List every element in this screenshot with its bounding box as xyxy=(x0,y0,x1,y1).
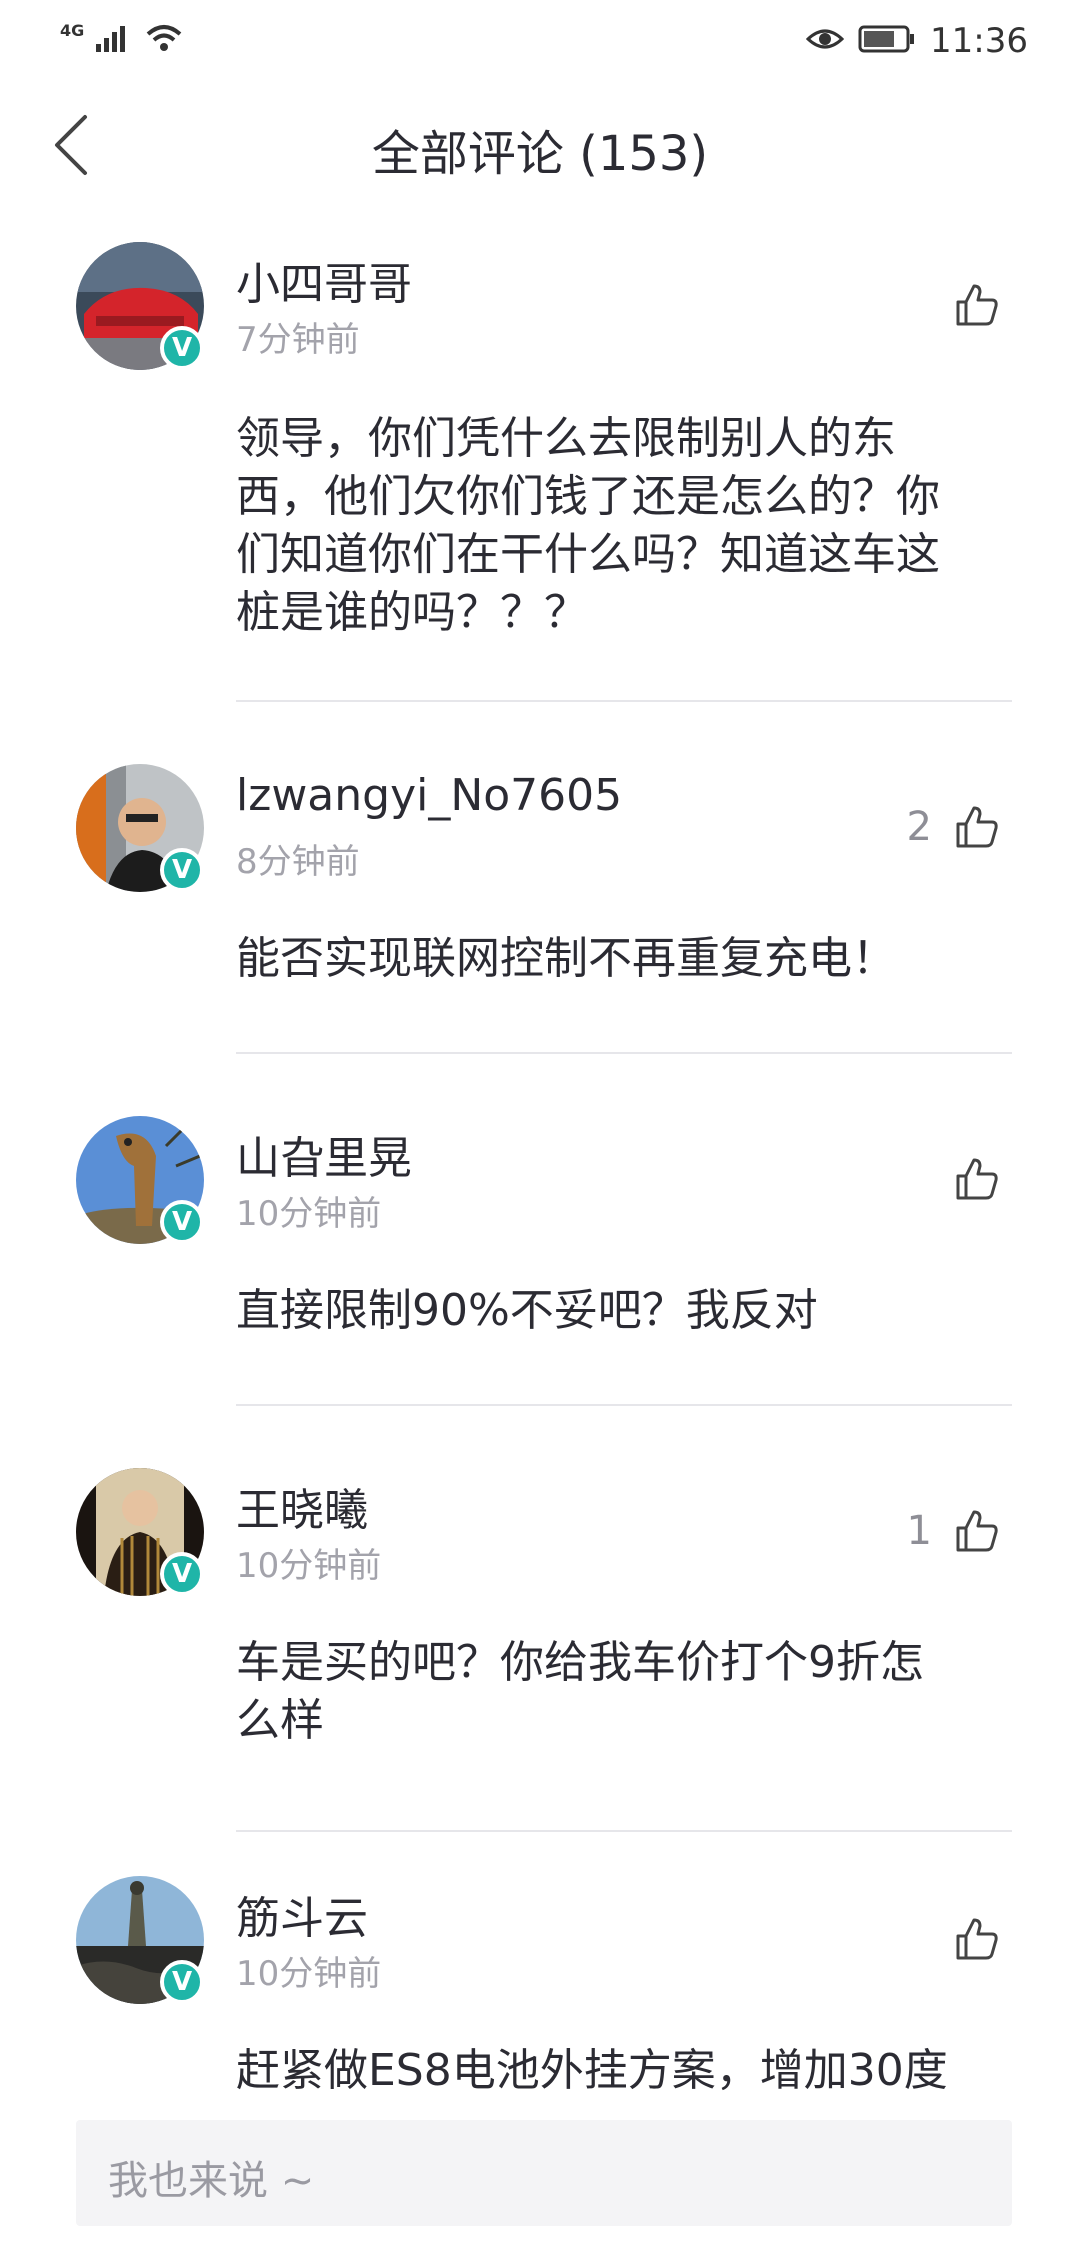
battery-icon xyxy=(858,24,916,58)
comment-text-line: 直接限制90%不妥吧？我反对 xyxy=(236,1285,818,1336)
like-count: 1 xyxy=(906,1508,932,1554)
signal-icon xyxy=(94,22,134,58)
wifi-icon xyxy=(144,22,184,58)
network-type: 4G xyxy=(60,20,85,40)
like-button[interactable] xyxy=(932,1916,1000,1962)
comment-username[interactable]: 王晓曦 xyxy=(236,1474,368,1538)
verified-badge-icon: V xyxy=(160,848,204,892)
comment-time: 8分钟前 xyxy=(236,842,360,882)
page-title: 全部评论 (153) xyxy=(371,126,709,182)
comment-username[interactable]: 山旮里晃 xyxy=(236,1122,412,1186)
comment-text-line: 领导，你们凭什么去限制别人的东 xyxy=(236,413,896,464)
thumbs-up-icon xyxy=(956,1918,998,1960)
like-button[interactable]: 1 xyxy=(907,1508,1000,1554)
comment-text: 车是买的吧？你给我车价打个9折怎 么样 xyxy=(236,1634,1012,1750)
verified-badge-icon: V xyxy=(160,1552,204,1596)
thumbs-up-icon xyxy=(956,1158,998,1200)
verified-badge-icon: V xyxy=(160,1960,204,2004)
comment-time: 10分钟前 xyxy=(236,1546,382,1586)
comment-text: 领导，你们凭什么去限制别人的东 西，他们欠你们钱了还是怎么的？你 们知道你们在干… xyxy=(236,410,1012,642)
divider xyxy=(236,1830,1012,1832)
comment-username[interactable]: 筋斗云 xyxy=(236,1882,368,1946)
comment-text-line: 们知道你们在干什么吗？知道这车这 xyxy=(236,529,940,580)
comment-username[interactable]: 小四哥哥 xyxy=(236,248,412,312)
thumbs-up-icon xyxy=(956,284,998,326)
status-time: 11:36 xyxy=(930,21,1028,61)
status-right: 11:36 xyxy=(805,18,1028,64)
status-bar: 4G 11:36 xyxy=(0,0,1080,84)
comment-input[interactable]: 我也来说 ~ xyxy=(76,2120,1012,2226)
comment-text-line: 桩是谁的吗？？？ xyxy=(236,587,588,638)
status-left: 4G xyxy=(60,20,184,60)
comment-time: 10分钟前 xyxy=(236,1954,382,1994)
verified-badge-icon: V xyxy=(160,1200,204,1244)
header: 全部评论 (153) xyxy=(0,90,1080,200)
comment-text-line: 赶紧做ES8电池外挂方案，增加30度 xyxy=(236,2045,948,2096)
divider xyxy=(236,700,1012,702)
divider xyxy=(236,1052,1012,1054)
divider xyxy=(236,1404,1012,1406)
comment-text: 赶紧做ES8电池外挂方案，增加30度 xyxy=(236,2042,1012,2100)
comment-username[interactable]: lzwangyi_No7605 xyxy=(236,770,622,821)
comment-time: 10分钟前 xyxy=(236,1194,382,1234)
like-button[interactable] xyxy=(932,282,1000,328)
like-button[interactable]: 2 xyxy=(907,804,1000,850)
comment-text-line: 车是买的吧？你给我车价打个9折怎 xyxy=(236,1637,924,1688)
comment-text: 直接限制90%不妥吧？我反对 xyxy=(236,1282,1012,1340)
thumbs-up-icon xyxy=(956,806,998,848)
verified-badge-icon: V xyxy=(160,326,204,370)
like-button[interactable] xyxy=(932,1156,1000,1202)
thumbs-up-icon xyxy=(956,1510,998,1552)
comment-text-line: 能否实现联网控制不再重复充电！ xyxy=(236,933,896,984)
comment-text-line: 么样 xyxy=(236,1695,324,1746)
eye-comfort-icon xyxy=(805,25,845,57)
comment-text-line: 西，他们欠你们钱了还是怎么的？你 xyxy=(236,471,940,522)
comment-time: 7分钟前 xyxy=(236,320,360,360)
comment-input-placeholder: 我也来说 ~ xyxy=(108,2158,315,2204)
comment-text: 能否实现联网控制不再重复充电！ xyxy=(236,930,1012,988)
like-count: 2 xyxy=(906,804,932,850)
